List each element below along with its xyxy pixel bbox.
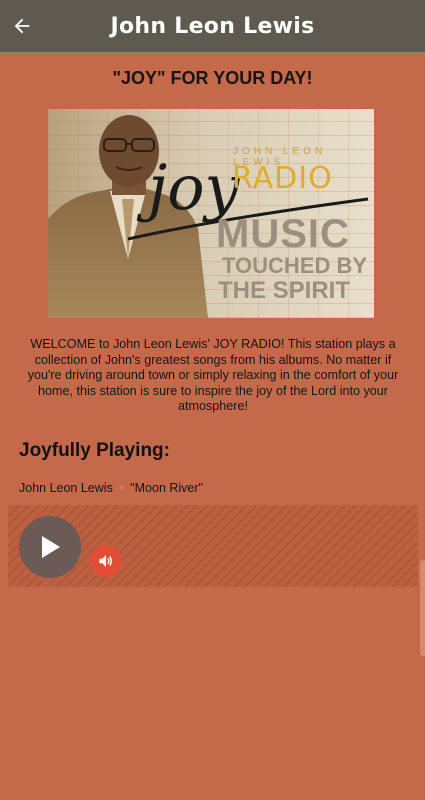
volume-icon [99, 555, 112, 567]
play-icon [42, 536, 60, 558]
banner-spirit-text: THE SPIRIT [218, 277, 351, 304]
play-button[interactable] [19, 516, 81, 578]
track-separator: • [119, 481, 124, 495]
track-artist: John Leon Lewis [19, 481, 113, 495]
track-title: "Moon River" [130, 481, 203, 495]
back-button[interactable] [8, 12, 36, 40]
audio-player [8, 505, 418, 587]
now-playing-track: John Leon Lewis • "Moon River" [19, 481, 203, 495]
station-banner-image: JOHN LEON LEWIS joy RADIO MUSIC TOUCHED … [48, 109, 374, 318]
app-title: John Leon Lewis [110, 13, 315, 39]
now-playing-label: Joyfully Playing: [19, 440, 170, 461]
volume-button[interactable] [90, 545, 122, 577]
banner-music-text: MUSIC [216, 212, 350, 256]
app-bar: John Leon Lewis [0, 0, 425, 53]
page-heading: "JOY" FOR YOUR DAY! [112, 68, 313, 88]
scrollbar-thumb[interactable] [420, 560, 425, 656]
arrow-left-icon [14, 18, 30, 34]
banner-touched-text: TOUCHED BY [222, 253, 368, 278]
station-description: WELCOME to John Leon Lewis' JOY RADIO! T… [27, 337, 399, 413]
